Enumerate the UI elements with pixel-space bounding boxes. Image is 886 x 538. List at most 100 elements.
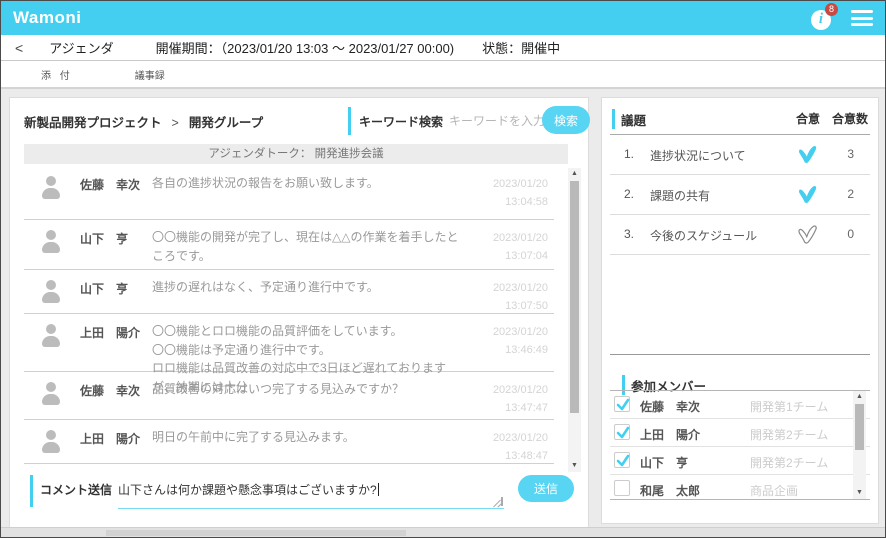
agenda-subheader: < アジェンダ 開催期間：（2023/01/20 13:03 ～ 2023/01… — [1, 35, 885, 61]
topic-row[interactable]: 2. 課題の共有 2 — [610, 175, 870, 215]
member-checkbox[interactable] — [614, 480, 630, 496]
member-row: 和尾 太郎 商品企画 — [610, 475, 870, 500]
user-avatar-icon — [38, 430, 64, 456]
message-text: 品質改善の対応はいつ完了する見込みですか？ — [152, 380, 464, 399]
talk-title-bar: アジェンダトーク： 開発進捗会議 — [24, 144, 568, 164]
tab-attachments[interactable]: 添 付 — [41, 67, 73, 82]
message-timestamp: 2023/01/2013:04:58 — [493, 176, 548, 211]
member-team: 開発第2チーム — [750, 454, 828, 471]
message-row: 佐藤 幸次 各自の進捗状況の報告をお願い致します。 2023/01/2013:0… — [24, 166, 554, 220]
message-row: 山下 亨 〇〇機能の開発が完了し、現在は△△の作業を着手したところです。 202… — [24, 220, 554, 270]
user-avatar-icon — [38, 324, 64, 350]
member-list: 佐藤 幸次 開発第1チーム 上田 陽介 開発第2チーム 山下 亨 開発第2チーム… — [610, 390, 870, 500]
user-avatar-icon — [38, 280, 64, 306]
member-team: 開発第2チーム — [750, 426, 828, 443]
comment-label: コメント送信 — [40, 481, 112, 498]
tab-minutes[interactable]: 議事録 — [135, 67, 165, 82]
member-name: 上田 陽介 — [640, 426, 700, 443]
message-author: 上田 陽介 — [80, 324, 140, 341]
talk-panel: 新製品開発プロジェクト > 開発グループ キーワード検索 検索 アジェンダトーク： … — [9, 97, 589, 528]
topic-label: 進捗状況について — [650, 147, 746, 164]
scroll-down-icon[interactable]: ▼ — [568, 460, 581, 472]
message-author: 上田 陽介 — [80, 430, 140, 447]
message-text: 明日の午前中に完了する見込みます。 — [152, 428, 464, 447]
scroll-down-icon[interactable]: ▼ — [853, 487, 866, 499]
topics-title: 議題 — [621, 110, 646, 129]
topic-row[interactable]: 3. 今後のスケジュール 0 — [610, 215, 870, 255]
topic-label: 課題の共有 — [650, 187, 710, 204]
text-caret — [378, 483, 379, 496]
comment-input-value: 山下さんは何か課題や懸念事項はございますか? — [118, 483, 377, 497]
agree-check-icon[interactable] — [796, 224, 818, 246]
member-team: 商品企画 — [750, 482, 798, 499]
member-scrollbar-thumb[interactable] — [855, 404, 864, 450]
resize-handle-icon[interactable] — [494, 497, 503, 506]
member-row: 佐藤 幸次 開発第1チーム — [610, 391, 870, 419]
agree-check-icon[interactable] — [796, 184, 818, 206]
send-button[interactable]: 送信 — [518, 475, 574, 502]
chat-scrollbar[interactable]: ▲ ▼ — [568, 168, 581, 472]
agree-count: 3 — [847, 147, 854, 161]
back-button[interactable]: < — [15, 40, 23, 56]
topics-accent-bar — [612, 109, 615, 129]
agree-count-column-header: 合意数 — [832, 110, 868, 127]
breadcrumb-separator: > — [172, 116, 179, 130]
message-timestamp: 2023/01/2013:48:47 — [493, 430, 548, 465]
tab-bar: 添 付 議事録 — [1, 61, 885, 89]
notification-badge: 8 — [825, 3, 838, 16]
agree-count: 0 — [847, 227, 854, 241]
chat-scrollbar-thumb[interactable] — [570, 181, 579, 413]
member-name: 山下 亨 — [640, 454, 688, 471]
breadcrumb-group[interactable]: 開発グループ — [189, 116, 263, 130]
topic-row[interactable]: 1. 進捗状況について 3 — [610, 135, 870, 175]
side-panel: 議題 合意 合意数 1. 進捗状況について 3 2. 課題の共有 2 3. 今後… — [601, 97, 879, 524]
app-title: Wamoni — [13, 8, 81, 28]
message-text: 各自の進捗状況の報告をお願い致します。 — [152, 174, 464, 193]
panel-divider — [610, 354, 870, 355]
message-timestamp: 2023/01/2013:07:50 — [493, 280, 548, 315]
search-button[interactable]: 検索 — [542, 106, 590, 134]
breadcrumb-project[interactable]: 新製品開発プロジェクト — [24, 116, 162, 130]
keyword-search-label: キーワード検索 — [359, 113, 443, 130]
event-status: 状態：開催中 — [482, 38, 560, 57]
page-title: アジェンダ — [49, 38, 113, 57]
message-timestamp: 2023/01/2013:47:47 — [493, 382, 548, 417]
user-avatar-icon — [38, 176, 64, 202]
hscrollbar-thumb[interactable] — [106, 530, 406, 536]
message-text: 進捗の遅れはなく、予定通り進行中です。 — [152, 278, 464, 297]
scroll-up-icon[interactable]: ▲ — [853, 391, 866, 403]
keyword-search-input[interactable] — [449, 114, 553, 128]
member-checkbox[interactable] — [614, 424, 630, 440]
user-avatar-icon — [38, 382, 64, 408]
message-row: 佐藤 幸次 品質改善の対応はいつ完了する見込みですか？ 2023/01/2013… — [24, 372, 554, 420]
member-name: 佐藤 幸次 — [640, 398, 700, 415]
message-row: 上田 陽介 明日の午前中に完了する見込みます。 2023/01/2013:48:… — [24, 420, 554, 464]
message-list: 佐藤 幸次 各自の進捗状況の報告をお願い致します。 2023/01/2013:0… — [24, 166, 554, 472]
topic-label: 今後のスケジュール — [650, 227, 757, 244]
comment-input[interactable]: 山下さんは何か課題や懸念事項はございますか? — [118, 475, 504, 509]
agree-check-icon[interactable] — [796, 144, 818, 166]
user-avatar-icon — [38, 230, 64, 256]
member-row: 上田 陽介 開発第2チーム — [610, 419, 870, 447]
agree-count: 2 — [847, 187, 854, 201]
event-period: 開催期間：（2023/01/20 13:03 ～ 2023/01/27 00:0… — [156, 38, 454, 57]
message-author: 佐藤 幸次 — [80, 382, 140, 399]
wamoni-app: { "colors": { "accent": "#44cff0", "butt… — [0, 0, 886, 538]
app-header: Wamoni i 8 — [1, 1, 885, 35]
menu-icon[interactable] — [851, 10, 873, 26]
member-checkbox[interactable] — [614, 396, 630, 412]
breadcrumb: 新製品開発プロジェクト > 開発グループ — [24, 112, 263, 131]
info-button[interactable]: i 8 — [811, 6, 835, 30]
scroll-up-icon[interactable]: ▲ — [568, 168, 581, 180]
member-row: 山下 亨 開発第2チーム — [610, 447, 870, 475]
page-horizontal-scrollbar[interactable] — [1, 527, 885, 537]
comment-accent-bar — [30, 475, 33, 507]
comment-area: コメント送信 山下さんは何か課題や懸念事項はございますか? 送信 — [30, 473, 574, 513]
message-author: 佐藤 幸次 — [80, 176, 140, 193]
message-timestamp: 2023/01/2013:07:04 — [493, 230, 548, 265]
member-checkbox[interactable] — [614, 452, 630, 468]
message-author: 山下 亨 — [80, 280, 128, 297]
message-row: 上田 陽介 〇〇機能とロロ機能の品質評価をしています。 〇〇機能は予定通り進行中… — [24, 314, 554, 372]
member-scrollbar[interactable]: ▲ ▼ — [853, 391, 866, 499]
message-row: 山下 亨 進捗の遅れはなく、予定通り進行中です。 2023/01/2013:07… — [24, 270, 554, 314]
